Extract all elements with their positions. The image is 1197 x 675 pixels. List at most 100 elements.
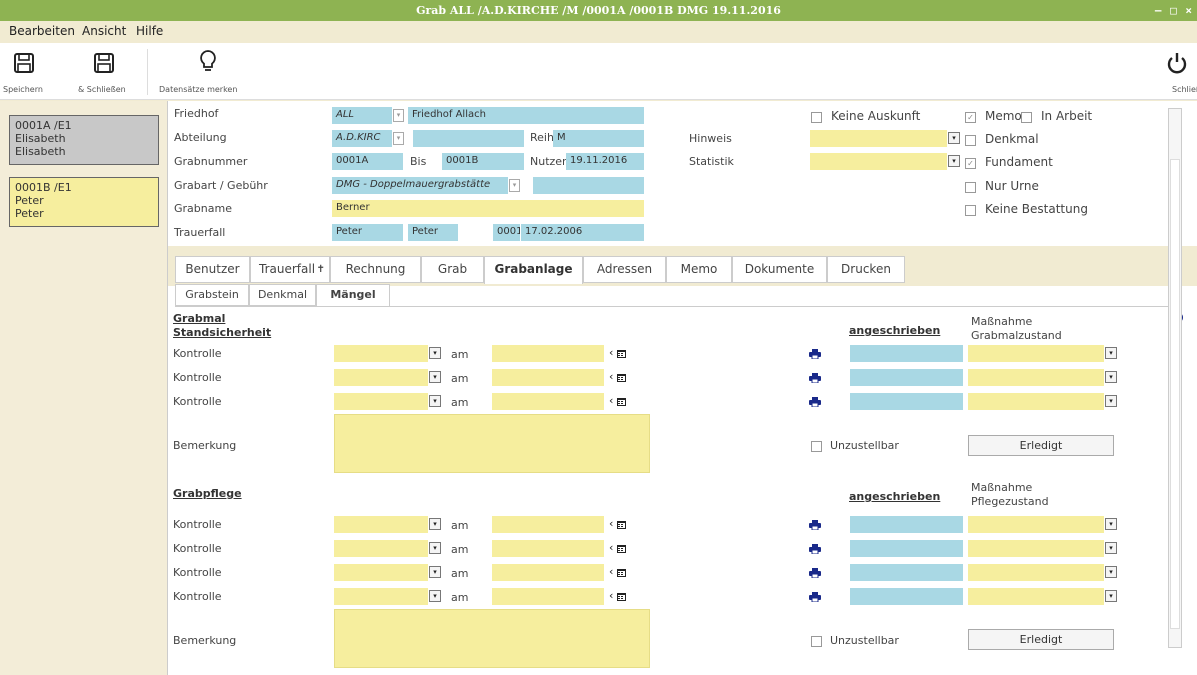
angeschrieben-field[interactable] — [850, 393, 963, 410]
kontrolle-dropdown[interactable]: ▾ — [429, 347, 441, 359]
printer-icon[interactable] — [809, 592, 821, 602]
calendar-icon[interactable] — [617, 592, 626, 601]
printer-icon[interactable] — [809, 373, 821, 383]
save-icon[interactable] — [13, 51, 35, 75]
lightbulb-icon[interactable] — [197, 49, 219, 73]
massnahme-dropdown[interactable]: ▾ — [1105, 566, 1117, 578]
calendar-icon[interactable] — [617, 568, 626, 577]
massnahme-dropdown[interactable]: ▾ — [1105, 347, 1117, 359]
arrow-left-icon[interactable]: ‹ — [609, 541, 613, 554]
tab-trauerfall[interactable]: Trauerfall ✝ — [250, 256, 330, 283]
in-arbeit-checkbox[interactable] — [1021, 112, 1032, 123]
trauerfall-date-field[interactable]: 17.02.2006 — [521, 224, 644, 241]
arrow-left-icon[interactable]: ‹ — [609, 394, 613, 407]
angeschrieben-field[interactable] — [850, 345, 963, 362]
calendar-icon[interactable] — [617, 373, 626, 382]
window-controls[interactable]: – □ × — [1155, 0, 1193, 21]
erledigt-button[interactable]: Erledigt — [968, 435, 1114, 456]
arrow-left-icon[interactable]: ‹ — [609, 517, 613, 530]
statistik-dropdown[interactable]: ▾ — [948, 155, 960, 167]
nur-urne-checkbox[interactable] — [965, 182, 976, 193]
tab-dokumente[interactable]: Dokumente — [732, 256, 827, 283]
trauerfall-first-field[interactable]: Peter — [332, 224, 403, 241]
tab-grab[interactable]: Grab — [421, 256, 484, 283]
abteilung-code-field[interactable]: A.D.KIRC — [332, 130, 392, 147]
grabart-dropdown[interactable]: ▾ — [509, 179, 520, 192]
menu-hilfe[interactable]: Hilfe — [136, 24, 163, 38]
am-date-field[interactable] — [492, 369, 604, 386]
scrollbar[interactable] — [1168, 108, 1182, 648]
kontrolle-field[interactable] — [334, 516, 428, 533]
gebuehr-field[interactable] — [533, 177, 644, 194]
printer-icon[interactable] — [809, 544, 821, 554]
kontrolle-field[interactable] — [334, 393, 428, 410]
bemerkung-textarea[interactable] — [334, 609, 650, 668]
kontrolle-dropdown[interactable]: ▾ — [429, 518, 441, 530]
kontrolle-dropdown[interactable]: ▾ — [429, 566, 441, 578]
am-date-field[interactable] — [492, 516, 604, 533]
massnahme-dropdown[interactable]: ▾ — [1105, 590, 1117, 602]
kontrolle-field[interactable] — [334, 345, 428, 362]
printer-icon[interactable] — [809, 349, 821, 359]
abteilung-dropdown[interactable]: ▾ — [393, 132, 404, 145]
massnahme-field[interactable] — [968, 369, 1104, 386]
massnahme-dropdown[interactable]: ▾ — [1105, 371, 1117, 383]
massnahme-field[interactable] — [968, 540, 1104, 557]
arrow-left-icon[interactable]: ‹ — [609, 589, 613, 602]
kontrolle-field[interactable] — [334, 564, 428, 581]
calendar-icon[interactable] — [617, 397, 626, 406]
hinweis-dropdown[interactable]: ▾ — [948, 132, 960, 144]
massnahme-field[interactable] — [968, 516, 1104, 533]
arrow-left-icon[interactable]: ‹ — [609, 346, 613, 359]
kontrolle-field[interactable] — [334, 588, 428, 605]
subtab-denkmal[interactable]: Denkmal — [249, 284, 316, 306]
keine-auskunft-checkbox[interactable] — [811, 112, 822, 123]
save-label[interactable]: Speichern — [3, 85, 43, 94]
kontrolle-dropdown[interactable]: ▾ — [429, 542, 441, 554]
calendar-icon[interactable] — [617, 520, 626, 529]
tab-grabanlage[interactable]: Grabanlage — [484, 256, 583, 284]
massnahme-field[interactable] — [968, 393, 1104, 410]
hinweis-field[interactable] — [810, 130, 947, 147]
power-icon[interactable] — [1166, 51, 1188, 75]
kontrolle-dropdown[interactable]: ▾ — [429, 395, 441, 407]
calendar-icon[interactable] — [617, 544, 626, 553]
arrow-left-icon[interactable]: ‹ — [609, 370, 613, 383]
am-date-field[interactable] — [492, 540, 604, 557]
scrollbar-thumb[interactable] — [1170, 159, 1180, 629]
angeschrieben-field[interactable] — [850, 588, 963, 605]
kontrolle-dropdown[interactable]: ▾ — [429, 371, 441, 383]
massnahme-dropdown[interactable]: ▾ — [1105, 518, 1117, 530]
tab-adressen[interactable]: Adressen — [583, 256, 666, 283]
grabnummer-field[interactable]: 0001A — [332, 153, 403, 170]
trauerfall-last-field[interactable]: Peter — [408, 224, 458, 241]
bemerkung-textarea[interactable] — [334, 414, 650, 473]
subtab-grabstein[interactable]: Grabstein — [175, 284, 249, 306]
printer-icon[interactable] — [809, 397, 821, 407]
save-close-icon[interactable] — [93, 51, 115, 75]
angeschrieben-field[interactable] — [850, 369, 963, 386]
record-card[interactable]: 0001A /E1 Elisabeth Elisabeth — [9, 115, 159, 165]
unzustellbar-checkbox[interactable] — [811, 636, 822, 647]
printer-icon[interactable] — [809, 568, 821, 578]
unzustellbar-checkbox[interactable] — [811, 441, 822, 452]
massnahme-dropdown[interactable]: ▾ — [1105, 395, 1117, 407]
massnahme-field[interactable] — [968, 345, 1104, 362]
grabname-field[interactable]: Berner — [332, 200, 644, 217]
angeschrieben-field[interactable] — [850, 564, 963, 581]
printer-icon[interactable] — [809, 520, 821, 530]
friedhof-code-field[interactable]: ALL — [332, 107, 392, 124]
am-date-field[interactable] — [492, 564, 604, 581]
tab-drucken[interactable]: Drucken — [827, 256, 905, 283]
erledigt-button[interactable]: Erledigt — [968, 629, 1114, 650]
arrow-left-icon[interactable]: ‹ — [609, 565, 613, 578]
kontrolle-field[interactable] — [334, 540, 428, 557]
save-close-label[interactable]: & Schließen — [78, 85, 126, 94]
angeschrieben-field[interactable] — [850, 516, 963, 533]
bis-field[interactable]: 0001B — [442, 153, 524, 170]
nutzer-field[interactable]: 19.11.2016 — [566, 153, 644, 170]
massnahme-field[interactable] — [968, 588, 1104, 605]
abteilung-name-field[interactable] — [413, 130, 524, 147]
close-label[interactable]: Schließen — [1172, 85, 1197, 94]
calendar-icon[interactable] — [617, 349, 626, 358]
